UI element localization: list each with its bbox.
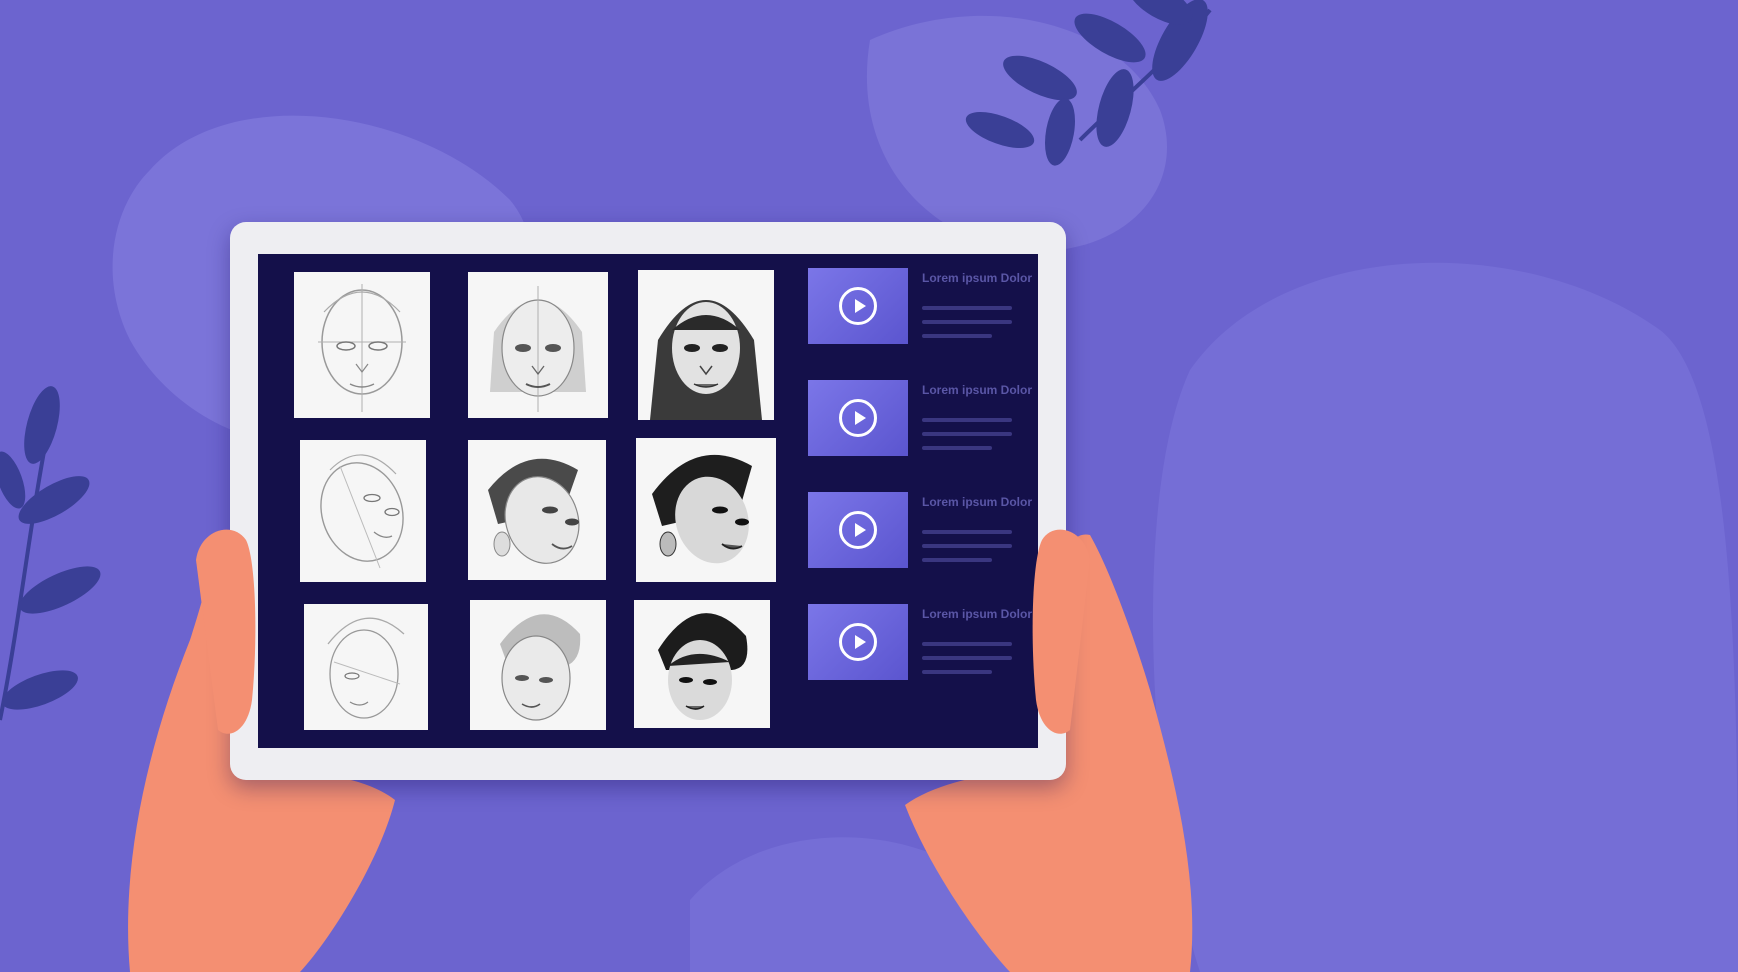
placeholder-line	[922, 334, 992, 338]
video-thumbnail[interactable]	[808, 380, 908, 456]
video-title: Lorem ipsum Dolor	[922, 383, 1033, 397]
video-item[interactable]: Lorem ipsum Dolor	[808, 604, 1032, 684]
sketch-face-tilt-outline[interactable]	[300, 440, 426, 582]
placeholder-line	[922, 656, 1012, 660]
play-icon[interactable]	[839, 399, 877, 437]
placeholder-line	[922, 418, 1012, 422]
video-thumbnail[interactable]	[808, 492, 908, 568]
video-title: Lorem ipsum Dolor	[922, 607, 1033, 621]
placeholder-line	[922, 306, 1012, 310]
sketch-face-side-outline[interactable]	[304, 604, 428, 730]
sketch-face-tilt-shaded[interactable]	[468, 440, 606, 580]
video-item[interactable]: Lorem ipsum Dolor	[808, 268, 1032, 348]
play-icon[interactable]	[839, 287, 877, 325]
video-item[interactable]: Lorem ipsum Dolor	[808, 380, 1032, 460]
sketch-face-front-finished[interactable]	[638, 270, 774, 420]
placeholder-line	[922, 670, 992, 674]
play-icon[interactable]	[839, 623, 877, 661]
video-title: Lorem ipsum Dolor	[922, 495, 1033, 509]
illustration-scene: Lorem ipsum Dolor Lorem ipsum Dolor Lore…	[0, 0, 1738, 972]
video-item[interactable]: Lorem ipsum Dolor	[808, 492, 1032, 572]
placeholder-line	[922, 544, 1012, 548]
sketch-face-tilt-finished[interactable]	[636, 438, 776, 582]
sketch-face-front-outline[interactable]	[294, 272, 430, 418]
sketch-face-side-shaded[interactable]	[470, 600, 606, 730]
tablet-device: Lorem ipsum Dolor Lorem ipsum Dolor Lore…	[230, 222, 1066, 780]
sketch-face-side-finished[interactable]	[634, 600, 770, 728]
placeholder-line	[922, 446, 992, 450]
placeholder-line	[922, 558, 992, 562]
play-icon[interactable]	[839, 511, 877, 549]
placeholder-line	[922, 320, 1012, 324]
video-thumbnail[interactable]	[808, 268, 908, 344]
tablet-screen: Lorem ipsum Dolor Lorem ipsum Dolor Lore…	[258, 254, 1038, 748]
sketch-face-front-shaded[interactable]	[468, 272, 608, 418]
placeholder-line	[922, 530, 1012, 534]
video-title: Lorem ipsum Dolor	[922, 271, 1033, 285]
video-thumbnail[interactable]	[808, 604, 908, 680]
placeholder-line	[922, 642, 1012, 646]
background-blob-right	[1152, 262, 1738, 972]
placeholder-line	[922, 432, 1012, 436]
